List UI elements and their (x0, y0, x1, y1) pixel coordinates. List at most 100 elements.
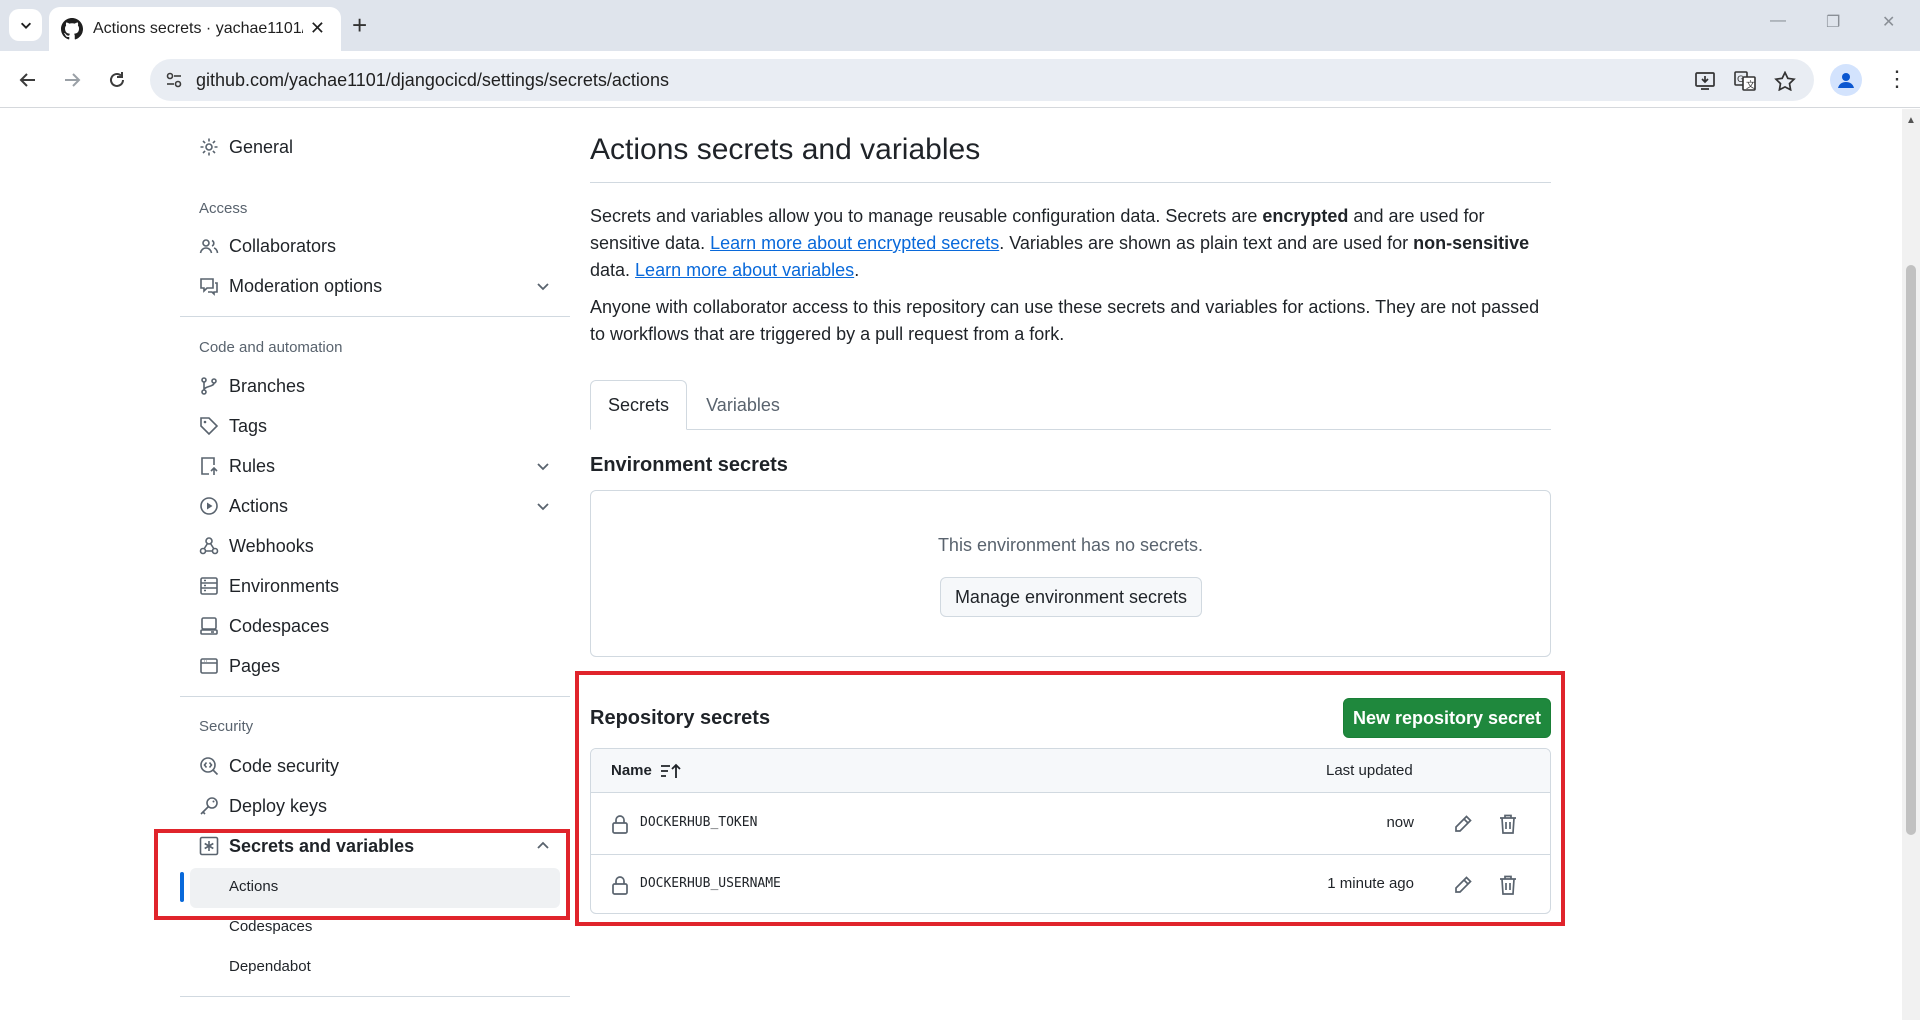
environment-secrets-box: This environment has no secrets. Manage … (590, 490, 1551, 657)
svg-text:G: G (1737, 75, 1744, 85)
tab-search-button[interactable] (9, 9, 42, 41)
intro-paragraph: Secrets and variables allow you to manag… (590, 203, 1551, 284)
svg-text:文: 文 (1746, 79, 1755, 91)
sidebar-item-actions[interactable]: Actions (199, 489, 559, 523)
browser-tab-title: Actions secrets · yachae1101/djangocicd (93, 20, 303, 37)
tab-secrets[interactable]: Secrets (590, 380, 687, 430)
sidebar-item-branches[interactable]: Branches (199, 369, 559, 403)
sidebar-item-label: Actions (229, 495, 289, 516)
browser-toolbar: github.com/yachae1101/djangocicd/setting… (0, 51, 1920, 108)
lock-icon (612, 876, 628, 895)
sidebar-heading-access: Access (199, 200, 248, 217)
column-header-name[interactable]: Name (611, 762, 682, 779)
table-header: Name Last updated (591, 749, 1550, 793)
new-tab-button[interactable]: + (352, 10, 367, 40)
sidebar-item-deploy-keys[interactable]: Deploy keys (199, 789, 559, 823)
sidebar-item-secrets-and-variables[interactable]: Secrets and variables (199, 829, 559, 863)
install-app-icon[interactable] (1694, 71, 1716, 91)
sidebar-item-pages[interactable]: Pages (199, 649, 559, 683)
learn-more-secrets-link[interactable]: Learn more about encrypted secrets (710, 233, 999, 253)
minimize-window-icon[interactable]: — (1770, 12, 1786, 30)
repo-push-icon (201, 457, 218, 475)
table-row: DOCKERHUB_USERNAME 1 minute ago (591, 854, 1550, 913)
sidebar-item-label: Codespaces (229, 615, 330, 636)
chevron-down-icon (537, 503, 549, 511)
sidebar-item-label: Collaborators (229, 235, 337, 256)
active-indicator (180, 872, 184, 902)
pencil-icon[interactable] (1453, 814, 1473, 834)
chevron-down-icon (537, 463, 549, 471)
close-window-icon[interactable]: ✕ (1882, 12, 1895, 32)
learn-more-variables-link[interactable]: Learn more about variables (635, 260, 854, 280)
sidebar-item-moderation-options[interactable]: Moderation options (199, 269, 559, 303)
scrollbar-thumb[interactable] (1906, 265, 1916, 835)
chevron-down-icon (537, 283, 549, 291)
trash-icon[interactable] (1499, 875, 1517, 895)
close-tab-icon[interactable]: ✕ (310, 18, 325, 39)
restore-window-icon[interactable]: ❐ (1826, 12, 1840, 32)
comment-discussion-icon (200, 278, 218, 296)
sidebar-item-label: Branches (229, 375, 306, 396)
secret-name: DOCKERHUB_USERNAME (640, 876, 781, 891)
reload-button[interactable] (103, 66, 131, 94)
sort-ascending-icon (660, 763, 681, 778)
page-scrollbar[interactable]: ▲ (1902, 109, 1920, 1020)
webhook-icon (199, 537, 219, 555)
sidebar-divider (180, 696, 570, 697)
address-bar[interactable]: github.com/yachae1101/djangocicd/setting… (150, 59, 1814, 101)
repository-secrets-table: Name Last updated DOCKERHUB_TOKEN now DO… (590, 748, 1551, 914)
sidebar-item-environments[interactable]: Environments (199, 569, 559, 603)
bookmark-star-icon[interactable] (1774, 71, 1796, 91)
intro-text: . (854, 260, 860, 280)
intro-text: Secrets and variables allow you to manag… (590, 206, 1263, 226)
access-note: Anyone with collaborator access to this … (590, 297, 1540, 344)
environment-secrets-heading: Environment secrets (590, 454, 788, 476)
browser-icon (200, 658, 218, 674)
sidebar-item-code-security[interactable]: Code security (199, 749, 559, 783)
browser-tab-bar: Actions secrets · yachae1101/djangocicd … (0, 0, 1920, 51)
browser-menu-icon[interactable]: ⋮ (1886, 65, 1908, 93)
sidebar-item-codespaces[interactable]: Codespaces (199, 609, 559, 643)
intro-text: data. (590, 260, 636, 280)
sidebar-item-tags[interactable]: Tags (199, 409, 559, 443)
manage-environment-secrets-button[interactable]: Manage environment secrets (940, 577, 1202, 617)
tag-icon (200, 417, 219, 436)
sidebar-subitem-actions-label: Actions (229, 878, 279, 895)
tab-variables[interactable]: Variables (690, 380, 796, 430)
chevron-down-icon (20, 22, 31, 29)
github-logo-icon (61, 18, 83, 40)
environment-empty-text: This environment has no secrets. (937, 535, 1204, 555)
translate-icon[interactable]: G文 (1734, 71, 1756, 91)
secret-last-updated: 1 minute ago (1327, 875, 1414, 892)
browser-tab-active[interactable]: Actions secrets · yachae1101/djangocicd … (49, 7, 341, 51)
sidebar-item-label: Environments (229, 575, 340, 596)
intro-bold-non-sensitive: non-sensitive (1413, 233, 1530, 253)
sidebar-subitem-dependabot[interactable]: Dependabot (229, 958, 311, 975)
sidebar-item-general[interactable]: General (199, 130, 559, 164)
trash-icon[interactable] (1499, 814, 1517, 834)
people-icon (199, 239, 219, 254)
sidebar-item-collaborators[interactable]: Collaborators (199, 229, 559, 263)
profile-avatar-button[interactable] (1830, 64, 1862, 96)
codescan-icon (200, 757, 219, 776)
sidebar-item-label: Deploy keys (229, 795, 328, 816)
column-header-name-label: Name (611, 762, 652, 779)
forward-button[interactable] (58, 66, 86, 94)
sidebar-item-rules[interactable]: Rules (199, 449, 559, 483)
sidebar-heading-code-automation: Code and automation (199, 339, 343, 356)
new-repository-secret-button[interactable]: New repository secret (1343, 698, 1551, 738)
arrow-right-icon (65, 73, 81, 87)
arrow-left-icon (19, 73, 35, 87)
reload-icon (110, 72, 124, 87)
sidebar-subitem-codespaces[interactable]: Codespaces (229, 918, 312, 935)
secret-name: DOCKERHUB_TOKEN (640, 815, 758, 830)
pencil-icon[interactable] (1453, 875, 1473, 895)
sidebar-item-label: Secrets and variables (229, 835, 415, 856)
sidebar-item-webhooks[interactable]: Webhooks (199, 529, 559, 563)
lock-icon (612, 815, 628, 834)
site-info-icon[interactable] (164, 70, 184, 90)
scroll-up-icon[interactable]: ▲ (1906, 115, 1916, 126)
back-button[interactable] (14, 66, 42, 94)
sidebar-item-label: Rules (229, 455, 276, 476)
title-divider (590, 182, 1551, 183)
